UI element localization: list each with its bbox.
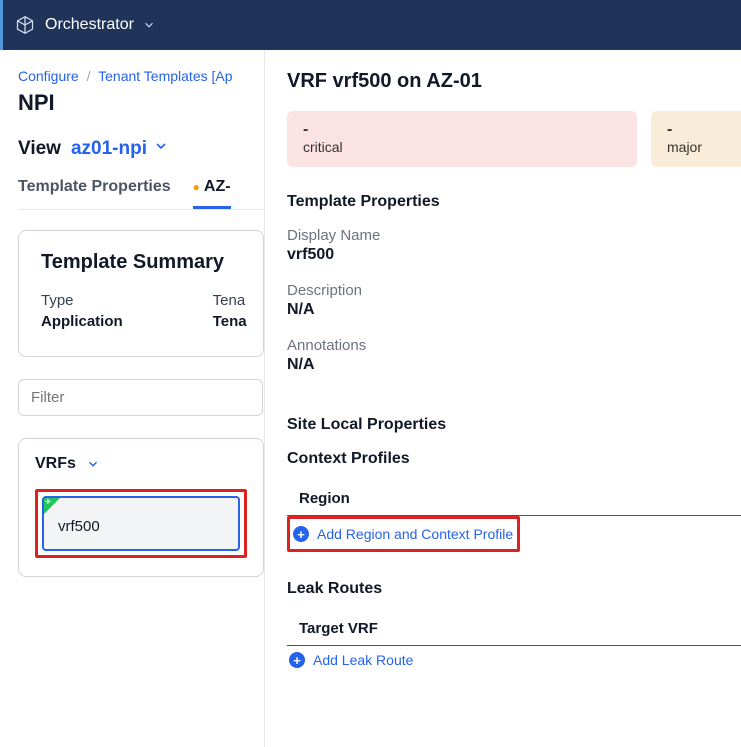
alert-critical-label: critical xyxy=(303,139,621,155)
chevron-down-icon[interactable] xyxy=(142,18,156,32)
add-region-link[interactable]: + Add Region and Context Profile xyxy=(291,520,513,548)
alerts-row: - critical - major xyxy=(287,111,741,167)
filter-input[interactable] xyxy=(18,379,263,416)
alert-critical-count: - xyxy=(303,121,621,139)
target-vrf-column-header: Target VRF xyxy=(287,612,741,646)
panel-title: VRF vrf500 on AZ-01 xyxy=(287,70,741,93)
annotations-prop: Annotations N/A xyxy=(287,337,741,374)
chevron-down-icon xyxy=(86,457,100,471)
display-name-prop: Display Name vrf500 xyxy=(287,227,741,264)
detail-panel: VRF vrf500 on AZ-01 - critical - major T… xyxy=(265,50,741,747)
breadcrumb: Configure / Tenant Templates [Ap xyxy=(18,68,264,84)
vrfs-title: VRFs xyxy=(35,455,76,473)
display-name-value: vrf500 xyxy=(287,246,741,264)
breadcrumb-templates[interactable]: Tenant Templates [Ap xyxy=(98,68,232,84)
display-name-label: Display Name xyxy=(287,227,741,244)
alert-critical[interactable]: - critical xyxy=(287,111,637,167)
context-profiles-heading: Context Profiles xyxy=(287,450,741,468)
alert-major-label: major xyxy=(667,139,741,155)
annotations-label: Annotations xyxy=(287,337,741,354)
type-value: Application xyxy=(41,313,123,330)
plus-icon: + xyxy=(45,497,51,508)
description-prop: Description N/A xyxy=(287,282,741,319)
site-local-heading: Site Local Properties xyxy=(287,416,741,434)
vrfs-header[interactable]: VRFs xyxy=(35,455,247,473)
tenant-value: Tena xyxy=(213,313,247,330)
breadcrumb-separator: / xyxy=(87,68,91,84)
add-leak-route-label: Add Leak Route xyxy=(313,652,413,668)
template-properties-heading: Template Properties xyxy=(287,193,741,211)
tabs: Template Properties AZ- xyxy=(18,178,264,210)
alert-major[interactable]: - major xyxy=(651,111,741,167)
view-selector[interactable]: View az01-npi xyxy=(18,138,264,160)
product-logo-icon xyxy=(15,15,35,35)
annotations-value: N/A xyxy=(287,356,741,374)
alert-major-count: - xyxy=(667,121,741,139)
product-title[interactable]: Orchestrator xyxy=(45,16,134,34)
plus-circle-icon: + xyxy=(293,526,309,542)
leak-routes-heading: Leak Routes xyxy=(287,580,741,598)
chevron-down-icon[interactable] xyxy=(153,138,169,160)
view-label: View xyxy=(18,138,61,160)
description-label: Description xyxy=(287,282,741,299)
add-leak-route-link[interactable]: + Add Leak Route xyxy=(287,646,741,674)
tab-template-properties[interactable]: Template Properties xyxy=(18,178,171,209)
breadcrumb-configure[interactable]: Configure xyxy=(18,68,79,84)
tab-az-label: AZ- xyxy=(204,178,231,195)
highlight-box-vrf: + vrf500 xyxy=(35,489,247,558)
left-column: Configure / Tenant Templates [Ap NPI Vie… xyxy=(0,50,265,747)
app-header: Orchestrator xyxy=(0,0,741,50)
description-value: N/A xyxy=(287,301,741,319)
tenant-label: Tena xyxy=(213,292,247,309)
add-region-label: Add Region and Context Profile xyxy=(317,526,513,542)
highlight-box-add-region: + Add Region and Context Profile xyxy=(287,516,520,552)
region-column-header: Region xyxy=(287,482,741,516)
vrf-item[interactable]: + vrf500 xyxy=(42,496,240,551)
plus-circle-icon: + xyxy=(289,652,305,668)
type-label: Type xyxy=(41,292,123,309)
tab-az[interactable]: AZ- xyxy=(193,178,231,209)
page-title: NPI xyxy=(18,90,264,116)
template-summary-title: Template Summary xyxy=(41,251,241,274)
vrfs-card: VRFs + vrf500 xyxy=(18,438,264,577)
template-summary-card: Template Summary Type Application Tena T… xyxy=(18,230,264,357)
view-value: az01-npi xyxy=(71,138,147,160)
vrf-item-label: vrf500 xyxy=(58,518,100,535)
